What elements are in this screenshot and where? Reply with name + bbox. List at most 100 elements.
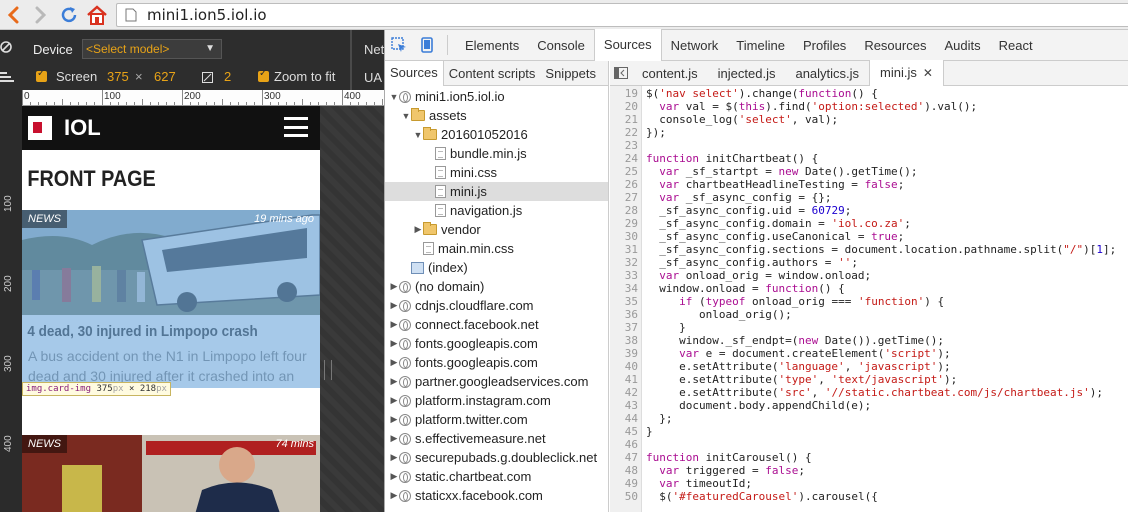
viewport-resize-handle[interactable]: [324, 360, 332, 380]
code-line[interactable]: 24 function initChartbeat() {: [610, 152, 1128, 165]
code-line[interactable]: 43 document.body.appendChild(e);: [610, 399, 1128, 412]
forward-arrow-icon[interactable]: [30, 4, 52, 26]
screen-checkbox[interactable]: [36, 68, 47, 82]
code-line[interactable]: 27 var _sf_async_config = {};: [610, 191, 1128, 204]
site-logo-icon[interactable]: [28, 116, 52, 140]
tree-item[interactable]: mini.css: [385, 163, 608, 182]
hamburger-menu-icon[interactable]: [284, 117, 308, 137]
tab-react[interactable]: React: [990, 30, 1042, 61]
code-line[interactable]: 19 $('nav select').change(function() {: [610, 87, 1128, 100]
code-line[interactable]: 29 _sf_async_config.domain = 'iol.co.za'…: [610, 217, 1128, 230]
screen-height-input[interactable]: 627: [154, 69, 176, 84]
code-line[interactable]: 30 _sf_async_config.useCanonical = true;: [610, 230, 1128, 243]
tree-item[interactable]: ▶ platform.twitter.com: [385, 410, 608, 429]
code-line[interactable]: 42 e.setAttribute('src', '//static.chart…: [610, 386, 1128, 399]
expand-right-icon[interactable]: ▶: [389, 300, 399, 311]
file-tab-analytics-js[interactable]: analytics.js: [785, 61, 869, 86]
code-line[interactable]: 45}: [610, 425, 1128, 438]
tree-item[interactable]: ▼ assets: [385, 106, 608, 125]
expand-right-icon[interactable]: ▶: [389, 338, 399, 349]
tree-item[interactable]: main.min.css: [385, 239, 608, 258]
expand-right-icon[interactable]: ▶: [389, 357, 399, 368]
expand-right-icon[interactable]: ▶: [389, 281, 399, 292]
code-line[interactable]: 20 var val = $(this).find('option:select…: [610, 100, 1128, 113]
category-tag[interactable]: NEWS: [22, 435, 67, 453]
code-line[interactable]: 23: [610, 139, 1128, 152]
tree-item[interactable]: navigation.js: [385, 201, 608, 220]
no-emulation-icon[interactable]: [0, 41, 12, 53]
code-line[interactable]: 28 _sf_async_config.uid = 60729;: [610, 204, 1128, 217]
code-line[interactable]: 48 var triggered = false;: [610, 464, 1128, 477]
news-card[interactable]: NEWS 19 mins ago 4 dead, 30 injured in L…: [22, 210, 320, 388]
card-image[interactable]: NEWS 19 mins ago: [22, 210, 320, 315]
expand-right-icon[interactable]: ▶: [389, 395, 399, 406]
site-name[interactable]: IOL: [64, 115, 101, 141]
tab-resources[interactable]: Resources: [855, 30, 935, 61]
back-arrow-icon[interactable]: [2, 4, 24, 26]
tree-item[interactable]: ▶ (no domain): [385, 277, 608, 296]
network-tab-cut[interactable]: Net: [364, 42, 384, 57]
tree-item[interactable]: ▶ staticxx.facebook.com: [385, 486, 608, 505]
toggle-navigator-icon[interactable]: [610, 61, 632, 86]
tab-network[interactable]: Network: [662, 30, 728, 61]
expand-right-icon[interactable]: ▶: [389, 471, 399, 482]
tree-item[interactable]: ▼ mini1.ion5.iol.io: [385, 87, 608, 106]
code-view[interactable]: 19 $('nav select').change(function() {20 …: [610, 86, 1128, 512]
close-tab-icon[interactable]: ✕: [923, 66, 933, 80]
tree-item[interactable]: ▶ platform.instagram.com: [385, 391, 608, 410]
code-line[interactable]: 21 console_log('select', val);: [610, 113, 1128, 126]
code-line[interactable]: 25 var _sf_startpt = new Date().getTime(…: [610, 165, 1128, 178]
inspect-element-icon[interactable]: [385, 30, 413, 61]
code-line[interactable]: 38 window._sf_endpt=(new Date()).getTime…: [610, 334, 1128, 347]
tree-item[interactable]: ▶ connect.facebook.net: [385, 315, 608, 334]
tree-item[interactable]: ▶ vendor: [385, 220, 608, 239]
expand-right-icon[interactable]: ▶: [389, 414, 399, 425]
tab-sources[interactable]: Sources: [593, 29, 662, 61]
tree-item[interactable]: ▶ static.chartbeat.com: [385, 467, 608, 486]
device-mode-icon[interactable]: [413, 30, 441, 61]
device-model-select[interactable]: <Select model> ▼: [82, 39, 222, 59]
card-title[interactable]: 4 dead, 30 injured in Limpopo crash: [22, 315, 290, 340]
code-line[interactable]: 39 var e = document.createElement('scrip…: [610, 347, 1128, 360]
code-line[interactable]: 26 var chartbeatHeadlineTesting = false;: [610, 178, 1128, 191]
expand-right-icon[interactable]: ▶: [389, 452, 399, 463]
tree-item[interactable]: ▶ cdnjs.cloudflare.com: [385, 296, 608, 315]
expand-right-icon[interactable]: ▶: [389, 433, 399, 444]
screen-width-input[interactable]: 375: [107, 69, 129, 84]
pixel-ratio-input[interactable]: 2: [224, 69, 231, 84]
tree-item[interactable]: ▶ securepubads.g.doubleclick.net: [385, 448, 608, 467]
card-image[interactable]: NEWS 74 mins: [22, 435, 320, 512]
tab-console[interactable]: Console: [528, 30, 594, 61]
tab-profiles[interactable]: Profiles: [794, 30, 855, 61]
code-line[interactable]: 34 window.onload = function() {: [610, 282, 1128, 295]
tree-item[interactable]: mini.js: [385, 182, 608, 201]
tab-timeline[interactable]: Timeline: [727, 30, 794, 61]
tree-item[interactable]: ▶ s.effectivemeasure.net: [385, 429, 608, 448]
tree-item[interactable]: bundle.min.js: [385, 144, 608, 163]
code-line[interactable]: 35 if (typeof onload_orig === 'function'…: [610, 295, 1128, 308]
code-line[interactable]: 36 onload_orig();: [610, 308, 1128, 321]
ua-tab-cut[interactable]: UA: [364, 70, 382, 85]
address-bar[interactable]: mini1.ion5.iol.io: [116, 3, 1128, 27]
expand-right-icon[interactable]: ▶: [389, 376, 399, 387]
tab-audits[interactable]: Audits: [935, 30, 989, 61]
expand-right-icon[interactable]: ▶: [389, 490, 399, 501]
code-line[interactable]: 31 _sf_async_config.sections = document.…: [610, 243, 1128, 256]
tree-item[interactable]: ▶ partner.googleadservices.com: [385, 372, 608, 391]
category-tag[interactable]: NEWS: [22, 210, 67, 228]
code-line[interactable]: 33 var onload_orig = window.onload;: [610, 269, 1128, 282]
code-line[interactable]: 44 };: [610, 412, 1128, 425]
file-tab-mini-js[interactable]: mini.js ✕: [869, 60, 944, 86]
media-query-icon[interactable]: [0, 72, 14, 82]
code-line[interactable]: 50 $('#featuredCarousel').carousel({: [610, 490, 1128, 503]
zoom-to-fit-checkbox[interactable]: [258, 68, 269, 82]
emulated-viewport[interactable]: IOL FRONT PAGE NEWS 19 mins ago 4 dead, …: [22, 106, 320, 512]
expand-right-icon[interactable]: ▶: [389, 319, 399, 330]
file-tab-content-js[interactable]: content.js: [632, 61, 708, 86]
tab-elements[interactable]: Elements: [456, 30, 528, 61]
navigator-tab-content-scripts[interactable]: Content scripts: [444, 61, 541, 86]
code-line[interactable]: 37 }: [610, 321, 1128, 334]
expand-right-icon[interactable]: ▶: [413, 224, 423, 235]
expand-down-icon[interactable]: ▼: [389, 92, 399, 102]
code-line[interactable]: 41 e.setAttribute('type', 'text/javascri…: [610, 373, 1128, 386]
